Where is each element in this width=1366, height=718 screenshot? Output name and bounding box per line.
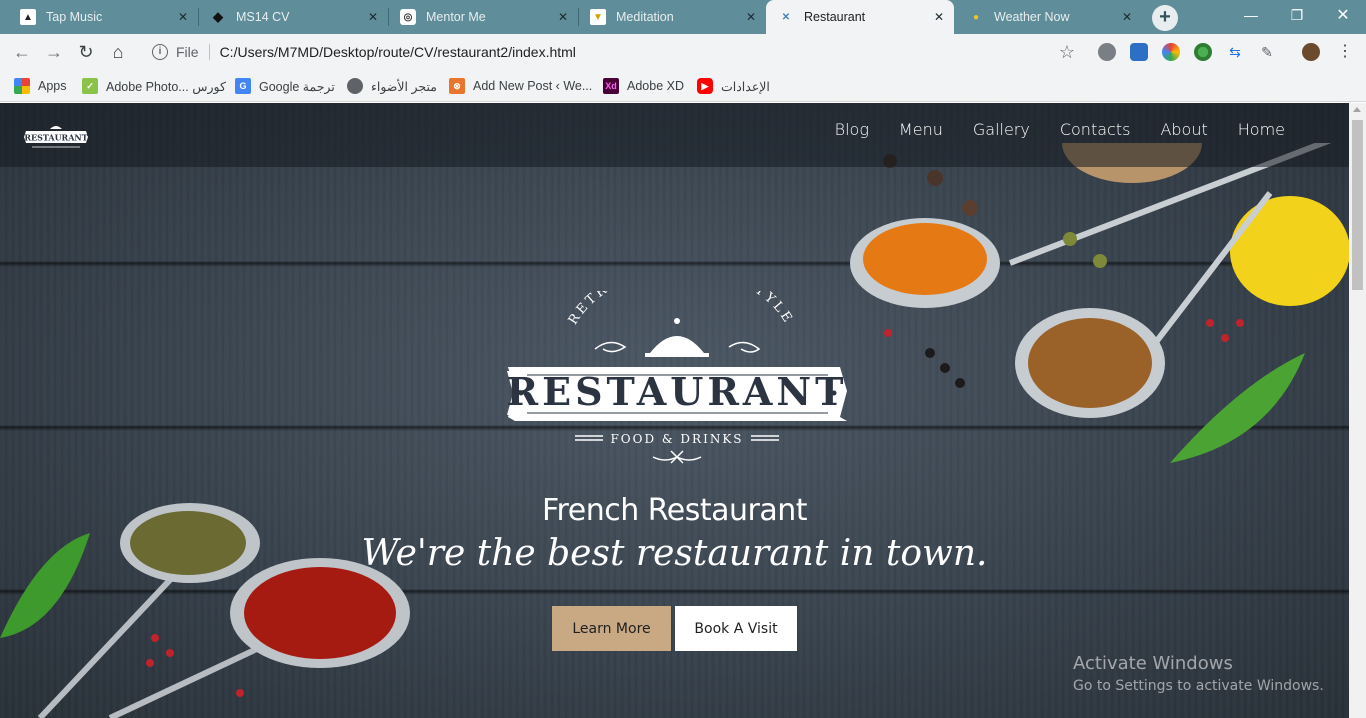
bookmark-apps[interactable]: Apps [14,77,67,95]
nav-link-menu[interactable]: Menu [899,120,943,139]
reload-icon[interactable]: ↻ [74,40,98,64]
page-scrollbar[interactable] [1349,103,1366,718]
restaurant-page: RESTAURANT Blog Menu Gallery Contacts Ab… [0,103,1349,718]
forward-icon[interactable]: → [42,40,66,64]
tab-strip: ▲ Tap Music ✕ ◆ MS14 CV ✕ ◎ Mentor Me ✕ … [0,0,1366,34]
bookmark-store[interactable]: متجر الأضواء [347,77,437,95]
tab-title: Restaurant [804,10,866,24]
bookmark-translate[interactable]: G Google ترجمة [235,77,335,95]
tab-ms14-cv[interactable]: ◆ MS14 CV ✕ [198,0,389,34]
wordpress-icon: ⊗ [449,78,465,94]
bookmark-label: الإعدادات [721,79,770,94]
bookmark-label: Add New Post ‹ We... [473,79,593,93]
tab-meditation[interactable]: ▼ Meditation ✕ [578,0,766,34]
tab-restaurant[interactable]: ✕ Restaurant ✕ [766,0,954,34]
omnibox-divider [208,44,210,60]
watermark-title: Activate Windows [1073,653,1233,674]
close-icon[interactable]: ✕ [556,10,570,24]
new-tab-button[interactable]: + [1152,5,1178,31]
restaurant-icon: ✕ [781,11,791,23]
bookmark-label: متجر الأضواء [371,79,437,94]
home-icon[interactable]: ⌂ [106,40,130,64]
browser-toolbar: ← → ↻ ⌂ i File C:/Users/M7MD/Desktop/rou… [0,34,1366,70]
logo-arc-text: RETRO AUTHENTIC STYLE [566,291,796,328]
profile-avatar[interactable] [1302,43,1320,61]
close-icon[interactable]: ✕ [744,10,758,24]
tab-title: Tap Music [46,10,103,24]
tab-title: Meditation [616,10,674,24]
scheme-label: File [176,44,199,60]
bookmark-label: Adobe XD [627,79,684,93]
extension-eyedropper-icon[interactable]: ✎ [1258,43,1276,61]
extension-globe-icon[interactable] [1194,43,1212,61]
photoshop-icon: ✓ [82,78,98,94]
learn-more-button[interactable]: Learn More [552,606,671,651]
book-a-visit-button[interactable]: Book A Visit [675,606,797,651]
scrollbar-thumb[interactable] [1352,120,1363,290]
close-icon[interactable]: ✕ [366,10,380,24]
bookmarks-bar: Apps ✓ Adobe Photo... كورس G Google ترجم… [0,70,1366,102]
globe-icon [347,78,363,94]
tab-title: MS14 CV [236,10,290,24]
hero-logo-badge: RETRO AUTHENTIC STYLE RESTAURANT FOOD & … [507,291,848,464]
extension-download-icon[interactable] [1130,43,1148,61]
nav-link-gallery[interactable]: Gallery [973,120,1030,139]
extension-sync-icon[interactable]: ⇆ [1226,43,1244,61]
spices-top-right-decoration [850,143,1349,463]
bookmark-label: Apps [38,79,67,93]
nav-link-blog[interactable]: Blog [835,120,869,139]
apps-icon [14,78,30,94]
menu-kebab-icon[interactable]: ⋮ [1333,40,1357,64]
back-icon[interactable]: ← [10,40,34,64]
nav-link-contacts[interactable]: Contacts [1060,120,1131,139]
nav-link-about[interactable]: About [1160,120,1207,139]
mentor-icon: ◎ [400,9,416,25]
window-close-icon[interactable]: ✕ [1320,0,1366,30]
cloche-icon [650,336,704,353]
meditation-icon: ▼ [590,9,606,25]
tap-music-icon: ▲ [20,9,36,25]
nav-link-home[interactable]: Home [1238,120,1285,139]
close-icon[interactable]: ✕ [932,10,946,24]
logo-name-text: RESTAURANT [507,369,848,414]
windows-activation-watermark: Activate Windows Go to Settings to activ… [1073,653,1324,694]
scroll-up-icon[interactable] [1353,107,1361,112]
bookmark-settings[interactable]: ▶ الإعدادات [697,77,770,95]
site-nav: Blog Menu Gallery Contacts About Home [805,120,1285,139]
site-logo-text: RESTAURANT [24,133,87,143]
tab-weather-now[interactable]: ● Weather Now ✕ [956,0,1142,34]
bookmark-wordpress[interactable]: ⊗ Add New Post ‹ We... [449,77,592,95]
bookmark-adobe-xd[interactable]: Xd Adobe XD [603,77,684,95]
xd-icon: Xd [603,78,619,94]
tab-title: Mentor Me [426,10,486,24]
youtube-icon: ▶ [697,78,713,94]
weather-icon: ● [972,11,980,23]
info-icon[interactable]: i [152,44,168,60]
watermark-subtitle: Go to Settings to activate Windows. [1073,678,1324,694]
hero-title: French Restaurant [541,493,808,528]
extension-colorpicker-icon[interactable] [1162,43,1180,61]
ms14-icon: ◆ [213,9,223,24]
address-bar[interactable]: i File C:/Users/M7MD/Desktop/route/CV/re… [140,38,1090,66]
close-icon[interactable]: ✕ [176,10,190,24]
tab-mentor-me[interactable]: ◎ Mentor Me ✕ [388,0,579,34]
tab-title: Weather Now [994,10,1070,24]
bookmark-label: Google ترجمة [259,79,335,94]
bookmark-photoshop[interactable]: ✓ Adobe Photo... كورس [82,77,226,95]
minimize-icon[interactable]: — [1228,0,1274,30]
bookmark-label: Adobe Photo... كورس [106,79,226,94]
bookmark-star-icon[interactable]: ☆ [1055,40,1079,64]
translate-icon: G [235,78,251,94]
restore-icon[interactable]: ❐ [1274,0,1320,30]
close-icon[interactable]: ✕ [1120,10,1134,24]
url-text[interactable]: C:/Users/M7MD/Desktop/route/CV/restauran… [220,44,576,60]
site-logo[interactable]: RESTAURANT [22,123,90,151]
tab-tap-music[interactable]: ▲ Tap Music ✕ [8,0,199,34]
extension-cube-icon[interactable] [1098,43,1116,61]
hero-subtitle: We're the best restaurant in town. [361,533,988,574]
logo-tagline-text: FOOD & DRINKS [610,432,743,446]
